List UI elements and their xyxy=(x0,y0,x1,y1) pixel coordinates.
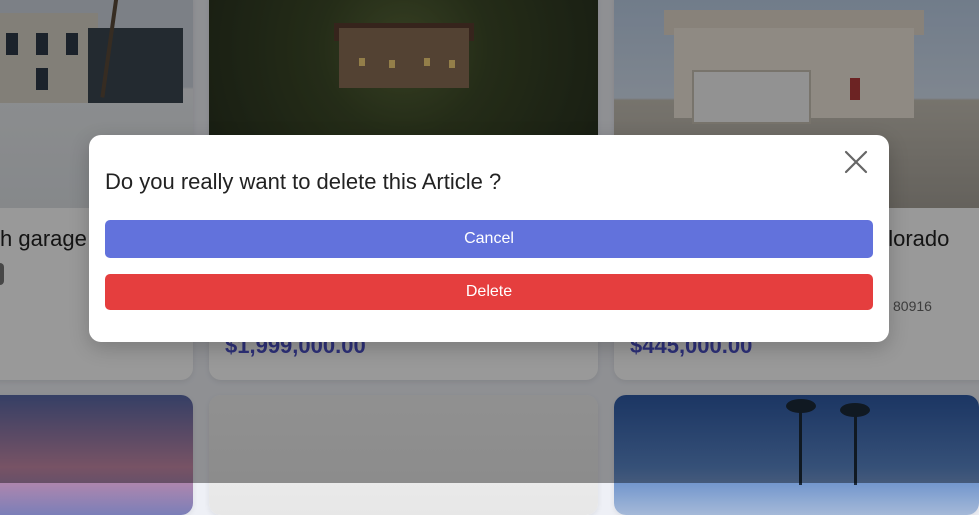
dialog-title: Do you really want to delete this Articl… xyxy=(105,169,502,194)
cancel-button[interactable]: Cancel xyxy=(105,220,873,258)
close-icon xyxy=(844,150,868,174)
close-button[interactable] xyxy=(843,149,869,175)
delete-confirm-dialog: Do you really want to delete this Articl… xyxy=(89,135,889,342)
delete-button[interactable]: Delete xyxy=(105,274,873,310)
